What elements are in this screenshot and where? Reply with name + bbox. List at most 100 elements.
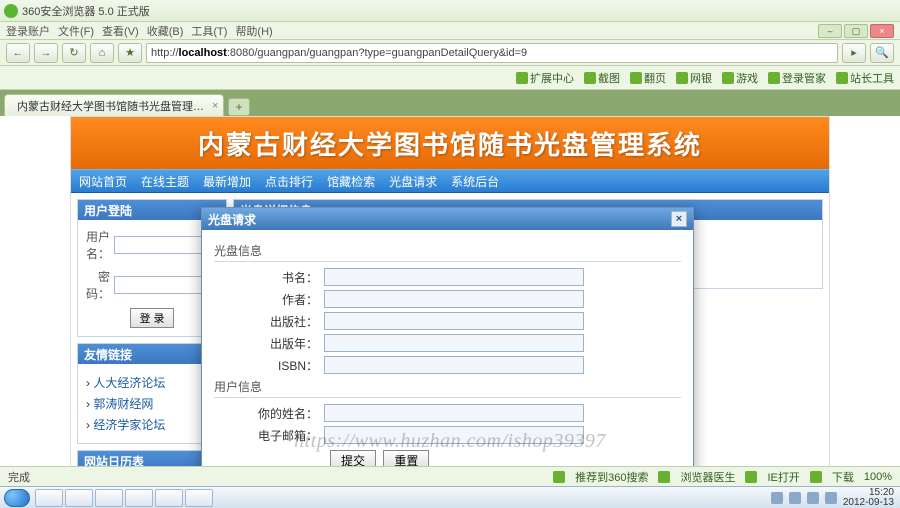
browser-tab[interactable]: 内蒙古财经大学图书馆随书光盘管理… × (4, 94, 224, 116)
modal-title-text: 光盘请求 (208, 211, 256, 228)
browser-logo-icon (4, 4, 18, 18)
url-path: :8080/guangpan/guangpan?type=guangpanDet… (227, 47, 527, 59)
link-item[interactable]: 郭涛财经网 (86, 393, 218, 414)
tool-site[interactable]: 站长工具 (836, 70, 894, 86)
tray-icon[interactable] (771, 492, 783, 504)
clock-time: 15:20 (843, 488, 894, 498)
menu-fav[interactable]: 收藏(B) (147, 23, 184, 39)
request-modal: 光盘请求 × 光盘信息 书名： 作者： 出版社： 出版年： ISBN： 用户信息… (201, 207, 694, 481)
link-item[interactable]: 经济学家论坛 (86, 414, 218, 435)
task-item[interactable] (185, 489, 213, 507)
window-controls: – ▢ × (818, 24, 894, 38)
forward-button[interactable]: → (34, 43, 58, 63)
tool-page[interactable]: 翻页 (630, 70, 666, 86)
field-isbn-label: ISBN： (214, 357, 324, 374)
ie-icon (745, 471, 757, 483)
status-download[interactable]: 下载 (832, 469, 854, 485)
task-item[interactable] (125, 489, 153, 507)
tab-strip: 内蒙古财经大学图书馆随书光盘管理… × + (0, 90, 900, 116)
windows-taskbar: 15:20 2012-09-13 (0, 486, 900, 508)
menu-help[interactable]: 帮助(H) (235, 23, 272, 39)
bank-icon (676, 72, 688, 84)
new-tab-button[interactable]: + (228, 98, 250, 116)
clock[interactable]: 15:20 2012-09-13 (843, 488, 894, 508)
puzzle-icon (516, 72, 528, 84)
tray-icon[interactable] (789, 492, 801, 504)
tab-label: 内蒙古财经大学图书馆随书光盘管理… (17, 98, 204, 114)
scissors-icon (584, 72, 596, 84)
browser-menubar: 登录账户 文件(F) 查看(V) 收藏(B) 工具(T) 帮助(H) – ▢ × (0, 22, 900, 40)
doctor-icon (658, 471, 670, 483)
wrench-icon (836, 72, 848, 84)
status-text: 完成 (8, 469, 30, 485)
browser-title: 360安全浏览器 5.0 正式版 (22, 3, 150, 19)
menu-tools[interactable]: 工具(T) (191, 23, 227, 39)
status-doctor[interactable]: 浏览器医生 (680, 469, 735, 485)
field-year-input[interactable] (324, 334, 584, 352)
tool-game[interactable]: 游戏 (722, 70, 758, 86)
url-input[interactable]: http://localhost:8080/guangpan/guangpan?… (146, 43, 838, 63)
task-item[interactable] (95, 489, 123, 507)
field-publisher-input[interactable] (324, 312, 584, 330)
download-icon (810, 471, 822, 483)
game-icon (722, 72, 734, 84)
tool-ext[interactable]: 扩展中心 (516, 70, 574, 86)
username-label: 用户名： (86, 228, 110, 262)
tab-close-icon[interactable]: × (212, 100, 218, 112)
maximize-button[interactable]: ▢ (844, 24, 868, 38)
close-button[interactable]: × (870, 24, 894, 38)
refresh-button[interactable]: ↻ (62, 43, 86, 63)
tool-cut[interactable]: 截图 (584, 70, 620, 86)
modal-titlebar[interactable]: 光盘请求 × (202, 208, 693, 230)
link-item[interactable]: 人大经济论坛 (86, 372, 218, 393)
task-item[interactable] (155, 489, 183, 507)
nav-rank[interactable]: 点击排行 (265, 173, 313, 190)
nav-new[interactable]: 最新增加 (203, 173, 251, 190)
menu-login[interactable]: 登录账户 (6, 23, 50, 39)
section-disc-info: 光盘信息 (214, 242, 681, 262)
menu-file[interactable]: 文件(F) (58, 23, 94, 39)
go-button[interactable]: ▸ (842, 43, 866, 63)
field-publisher-label: 出版社： (214, 313, 324, 330)
key-icon (768, 72, 780, 84)
system-tray: 15:20 2012-09-13 (771, 488, 900, 508)
minimize-button[interactable]: – (818, 24, 842, 38)
menu-view[interactable]: 查看(V) (102, 23, 139, 39)
zoom-level[interactable]: 100% (864, 471, 892, 483)
field-author-label: 作者： (214, 291, 324, 308)
task-item[interactable] (35, 489, 63, 507)
nav-topic[interactable]: 在线主题 (141, 173, 189, 190)
field-name-input[interactable] (324, 404, 584, 422)
tray-icon[interactable] (825, 492, 837, 504)
task-item[interactable] (65, 489, 93, 507)
url-scheme: http:// (151, 47, 179, 59)
field-email-input[interactable] (324, 426, 584, 444)
start-button[interactable] (4, 489, 30, 507)
browser-statusbar: 完成 推荐到360搜索 浏览器医生 IE打开 下载 100% (0, 466, 900, 486)
field-author-input[interactable] (324, 290, 584, 308)
site-banner: 内蒙古财经大学图书馆随书光盘管理系统 (71, 117, 829, 169)
home-button[interactable]: ⌂ (90, 43, 114, 63)
tool-login[interactable]: 登录管家 (768, 70, 826, 86)
field-isbn-input[interactable] (324, 356, 584, 374)
section-user-info: 用户信息 (214, 378, 681, 398)
field-book-input[interactable] (324, 268, 584, 286)
favorite-button[interactable]: ★ (118, 43, 142, 63)
field-book-label: 书名： (214, 269, 324, 286)
tray-icon[interactable] (807, 492, 819, 504)
search-icon (553, 471, 565, 483)
status-search[interactable]: 推荐到360搜索 (575, 469, 648, 485)
modal-body: 光盘信息 书名： 作者： 出版社： 出版年： ISBN： 用户信息 你的姓名： … (202, 230, 693, 480)
nav-search[interactable]: 馆藏检索 (327, 173, 375, 190)
tool-net[interactable]: 网银 (676, 70, 712, 86)
clock-date: 2012-09-13 (843, 498, 894, 508)
field-year-label: 出版年： (214, 335, 324, 352)
nav-request[interactable]: 光盘请求 (389, 173, 437, 190)
search-button[interactable]: 🔍 (870, 43, 894, 63)
login-button[interactable]: 登 录 (130, 308, 173, 328)
status-ie[interactable]: IE打开 (767, 469, 799, 485)
back-button[interactable]: ← (6, 43, 30, 63)
nav-admin[interactable]: 系统后台 (451, 173, 499, 190)
modal-close-button[interactable]: × (671, 211, 687, 227)
nav-home[interactable]: 网站首页 (79, 173, 127, 190)
